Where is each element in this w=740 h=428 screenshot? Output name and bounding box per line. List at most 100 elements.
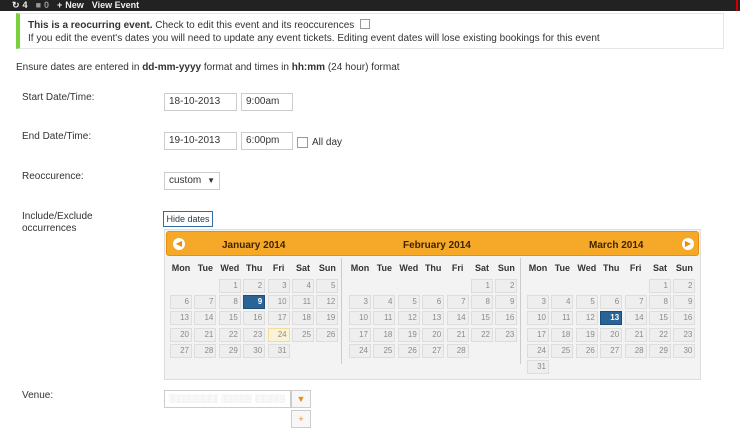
prev-month-icon[interactable]: ◀	[173, 238, 185, 250]
calendar-day[interactable]: 25	[292, 327, 314, 342]
calendar-day[interactable]: 9	[495, 295, 518, 310]
calendar-day[interactable]: 23	[673, 327, 696, 342]
calendar-day[interactable]: 18	[551, 327, 574, 342]
calendar-day[interactable]: 16	[495, 311, 518, 326]
calendar-day[interactable]: 8	[218, 295, 241, 310]
calendar-day[interactable]: 5	[316, 279, 339, 293]
hide-dates-button[interactable]: Hide dates	[163, 211, 213, 227]
start-date-input[interactable]: 18-10-2013	[164, 93, 237, 111]
end-date-input[interactable]: 19-10-2013	[164, 132, 237, 150]
calendar-day[interactable]: 7	[624, 295, 647, 310]
calendar-day[interactable]: 28	[624, 343, 647, 358]
calendar-day[interactable]: 22	[471, 327, 493, 342]
calendar-day[interactable]: 18	[292, 311, 314, 326]
calendar-day[interactable]: 1	[471, 279, 493, 293]
calendar-day[interactable]: 28	[446, 343, 469, 358]
calendar-day[interactable]: 30	[243, 343, 266, 358]
calendar-day[interactable]: 15	[649, 311, 671, 326]
calendar-day[interactable]: 30	[673, 343, 696, 358]
calendar-day[interactable]: 8	[471, 295, 493, 310]
calendar-day[interactable]: 3	[349, 295, 371, 310]
calendar-day[interactable]: 27	[422, 343, 445, 358]
calendar-day[interactable]: 27	[600, 343, 623, 358]
calendar-day[interactable]: 9	[673, 295, 696, 310]
calendar-day[interactable]: 25	[373, 343, 396, 358]
calendar-day[interactable]: 13	[170, 311, 192, 326]
calendar-day[interactable]: 17	[349, 327, 371, 342]
calendar-day[interactable]: 6	[422, 295, 445, 310]
calendar-day[interactable]: 22	[218, 327, 241, 342]
calendar-day[interactable]: 31	[267, 343, 290, 358]
calendar-day[interactable]: 20	[422, 327, 445, 342]
calendar-day[interactable]: 6	[170, 295, 192, 310]
calendar-day[interactable]: 20	[600, 327, 623, 342]
calendar-day[interactable]: 14	[624, 311, 647, 326]
calendar-day[interactable]: 13	[422, 311, 445, 326]
calendar-day[interactable]: 24	[349, 343, 371, 358]
calendar-day[interactable]: 19	[316, 311, 339, 326]
calendar-day[interactable]: 21	[194, 327, 217, 342]
calendar-day[interactable]: 23	[495, 327, 518, 342]
calendar-day[interactable]: 1	[218, 279, 241, 293]
calendar-day[interactable]: 2	[673, 279, 696, 293]
calendar-day[interactable]: 21	[624, 327, 647, 342]
calendar-day[interactable]: 3	[527, 295, 549, 310]
venue-dropdown-button[interactable]: ▼	[291, 390, 311, 408]
calendar-day[interactable]: 28	[194, 343, 217, 358]
calendar-day[interactable]: 18	[373, 327, 396, 342]
calendar-day[interactable]: 6	[600, 295, 623, 310]
calendar-day[interactable]: 20	[170, 327, 192, 342]
edit-reoccurrences-checkbox[interactable]	[360, 19, 371, 29]
calendar-day[interactable]: 29	[649, 343, 671, 358]
calendar-day[interactable]: 15	[471, 311, 493, 326]
calendar-day[interactable]: 17	[267, 311, 290, 326]
venue-input[interactable]: ░░░░░░░░ ░░░░░ ░░░░░	[164, 390, 291, 408]
allday-checkbox[interactable]	[297, 137, 308, 148]
calendar-day[interactable]: 12	[575, 311, 598, 326]
calendar-day[interactable]: 12	[316, 295, 339, 310]
calendar-day[interactable]: 26	[575, 343, 598, 358]
calendar-day[interactable]: 26	[397, 343, 420, 358]
calendar-day[interactable]: 2	[243, 279, 266, 293]
calendar-day[interactable]: 21	[446, 327, 469, 342]
reoccurence-select[interactable]: custom ▼	[164, 172, 220, 190]
calendar-day[interactable]: 4	[373, 295, 396, 310]
calendar-day[interactable]: 11	[292, 295, 314, 310]
calendar-day[interactable]: 5	[397, 295, 420, 310]
calendar-day[interactable]: 4	[292, 279, 314, 293]
calendar-day[interactable]: 10	[267, 295, 290, 310]
calendar-day[interactable]: 27	[170, 343, 192, 358]
calendar-day[interactable]: 10	[527, 311, 549, 326]
calendar-day[interactable]: 19	[575, 327, 598, 342]
calendar-day[interactable]: 14	[194, 311, 217, 326]
calendar-day[interactable]: 11	[551, 311, 574, 326]
calendar-day[interactable]: 22	[649, 327, 671, 342]
start-time-input[interactable]: 9:00am	[241, 93, 293, 111]
calendar-day[interactable]: 16	[673, 311, 696, 326]
new-item[interactable]: + New	[57, 0, 84, 11]
calendar-day[interactable]: 16	[243, 311, 266, 326]
calendar-day[interactable]: 14	[446, 311, 469, 326]
calendar-day[interactable]: 19	[397, 327, 420, 342]
calendar-day[interactable]: 7	[446, 295, 469, 310]
calendar-day[interactable]: 7	[194, 295, 217, 310]
calendar-day[interactable]: 17	[527, 327, 549, 342]
end-time-input[interactable]: 6:00pm	[241, 132, 293, 150]
calendar-day[interactable]: 24	[267, 327, 290, 342]
calendar-day[interactable]: 8	[649, 295, 671, 310]
calendar-day[interactable]: 15	[218, 311, 241, 326]
calendar-day[interactable]: 31	[527, 360, 549, 374]
calendar-day[interactable]: 24	[527, 343, 549, 358]
calendar-day[interactable]: 2	[495, 279, 518, 293]
calendar-day[interactable]: 29	[218, 343, 241, 358]
next-month-icon[interactable]: ▶	[682, 238, 694, 250]
calendar-day[interactable]: 1	[649, 279, 671, 293]
comments-item[interactable]: ■ 0	[36, 0, 49, 11]
calendar-day[interactable]: 11	[373, 311, 396, 326]
calendar-day[interactable]: 10	[349, 311, 371, 326]
calendar-day[interactable]: 25	[551, 343, 574, 358]
calendar-day[interactable]: 12	[397, 311, 420, 326]
updates-item[interactable]: ↻ 4	[12, 0, 28, 11]
calendar-day[interactable]: 13	[600, 311, 623, 326]
view-event-link[interactable]: View Event	[92, 0, 139, 11]
